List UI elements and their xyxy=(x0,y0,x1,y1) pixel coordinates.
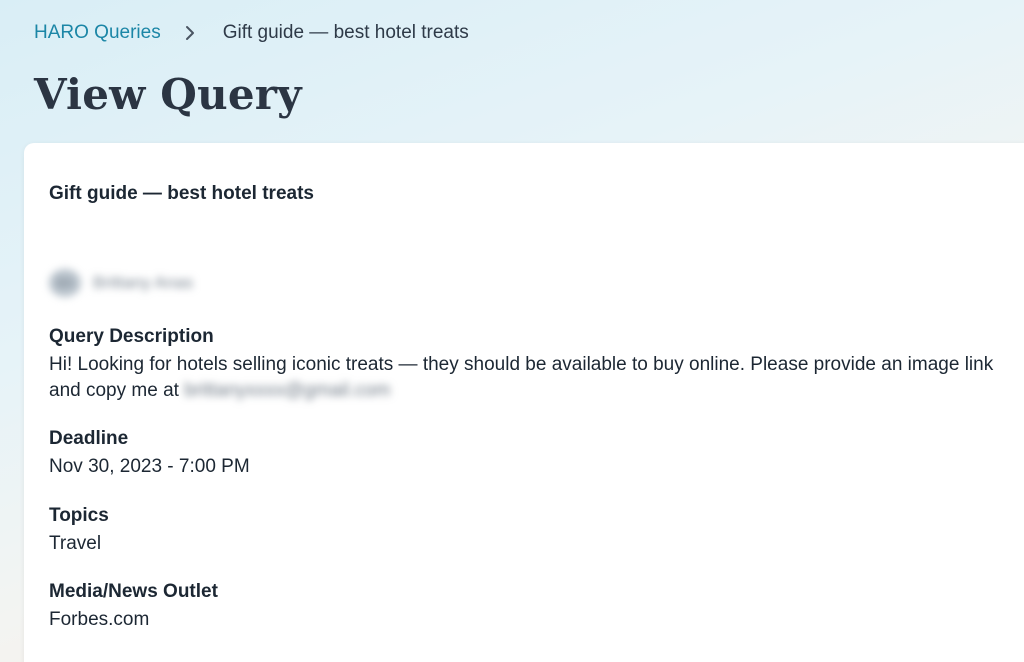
deadline-value: Nov 30, 2023 - 7:00 PM xyxy=(49,456,250,477)
topics-label: Topics xyxy=(49,505,109,526)
topics-value: Travel xyxy=(49,533,102,554)
outlet-section: Media/News Outlet Forbes.com xyxy=(49,581,999,633)
outlet-value: Forbes.com xyxy=(49,609,150,630)
query-title: Gift guide — best hotel treats xyxy=(49,183,314,204)
query-description-text: Hi! Looking for hotels selling iconic tr… xyxy=(49,352,999,404)
deadline-label: Deadline xyxy=(49,428,129,449)
query-description-label: Query Description xyxy=(49,326,214,347)
topics-section: Topics Travel xyxy=(49,505,999,557)
author-name: Brittany Anas xyxy=(93,273,194,292)
breadcrumb-link-haro-queries[interactable]: HARO Queries xyxy=(34,22,161,44)
query-description-section: Query Description Hi! Looking for hotels… xyxy=(49,326,999,404)
breadcrumb-current: Gift guide — best hotel treats xyxy=(222,22,469,43)
query-card: Gift guide — best hotel treats BA Britta… xyxy=(24,143,1024,662)
page-title: View Query xyxy=(34,70,302,119)
chevron-right-icon xyxy=(175,21,205,45)
query-author: BA Brittany Anas xyxy=(49,269,193,297)
deadline-section: Deadline Nov 30, 2023 - 7:00 PM xyxy=(49,428,999,480)
breadcrumb: HARO Queries Gift guide — best hotel tre… xyxy=(34,21,469,45)
avatar: BA xyxy=(49,269,81,297)
outlet-label: Media/News Outlet xyxy=(49,581,218,602)
contact-email: brittanyxxxx@gmail.com xyxy=(184,380,391,401)
